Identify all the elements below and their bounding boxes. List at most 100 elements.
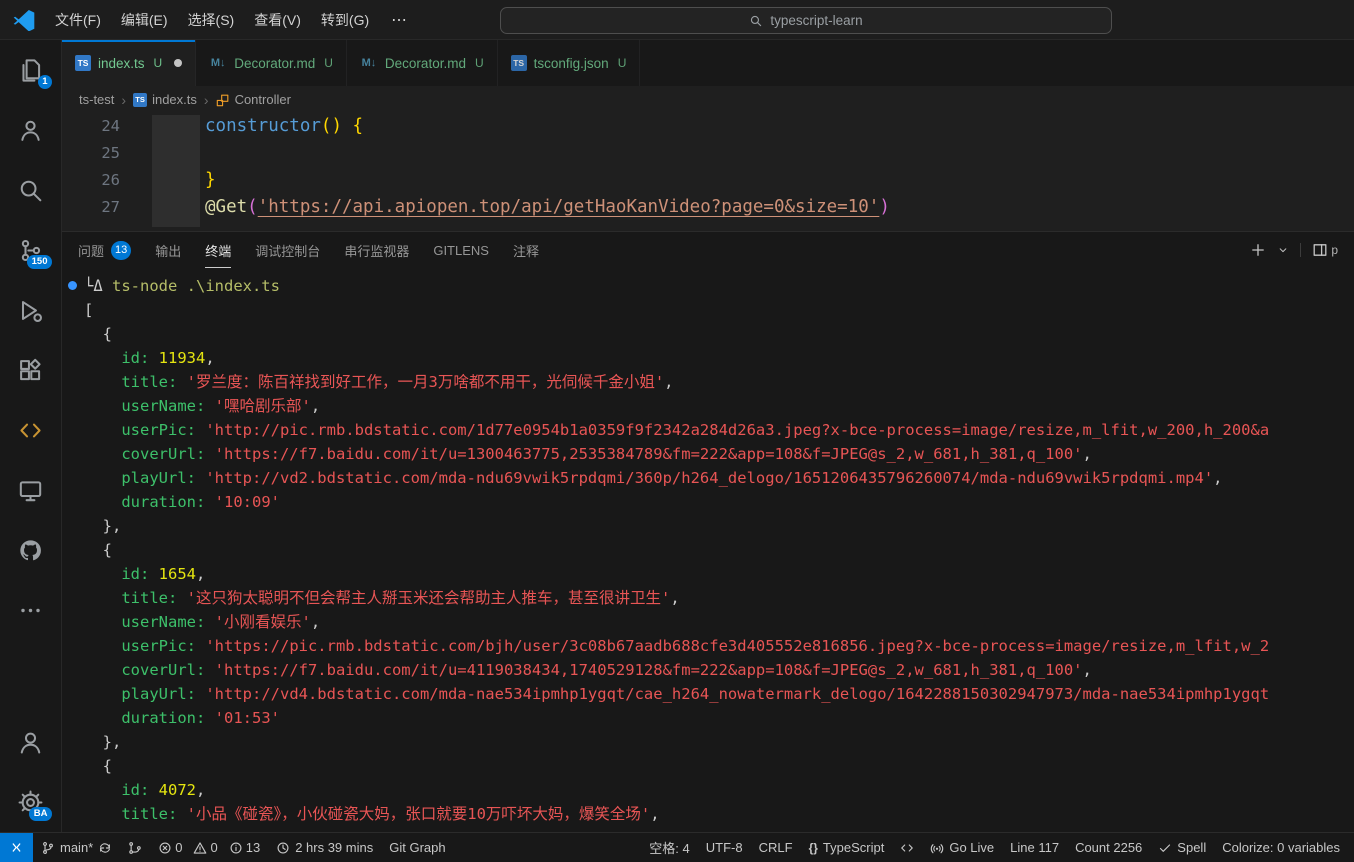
launch-profile-button[interactable] xyxy=(1277,244,1289,256)
status-language-mode[interactable]: {}TypeScript xyxy=(801,833,893,862)
panel-tab-调试控制台[interactable]: 调试控制台 xyxy=(255,232,320,268)
menu-item-1[interactable]: 编辑(E) xyxy=(111,5,178,35)
breadcrumb-label: Controller xyxy=(235,92,291,107)
tab-Decorator.md[interactable]: M↓Decorator.mdU xyxy=(347,40,498,86)
terminal-token: '10:09' xyxy=(215,493,280,511)
terminal-token: ts-node .\index.ts xyxy=(112,277,280,295)
terminal-token: , xyxy=(196,565,205,583)
status-git-graph[interactable]: Git Graph xyxy=(381,833,453,862)
code-line: 26} xyxy=(62,167,1354,194)
panel-tab-注释[interactable]: 注释 xyxy=(513,232,539,268)
activity-item-search[interactable] xyxy=(0,160,61,220)
status-colorize[interactable]: Colorize: 0 variables xyxy=(1214,833,1348,862)
command-decoration-dot xyxy=(68,281,77,290)
activity-item-remote-explorer[interactable] xyxy=(0,460,61,520)
terminal-token: 'http://vd4.bdstatic.com/mda-nae534ipmhp… xyxy=(205,685,1269,703)
terminal-token: playUrl: xyxy=(84,469,205,487)
terminal-token: }, xyxy=(84,517,121,535)
terminal-token: 'https://pic.rmb.bdstatic.com/bjh/user/3… xyxy=(205,637,1269,655)
person-icon xyxy=(18,118,43,143)
status-spell-checker[interactable]: Spell xyxy=(1150,833,1214,862)
activity-item-extension-gold[interactable] xyxy=(0,400,61,460)
status-go-live[interactable]: Go Live xyxy=(922,833,1002,862)
line-number: 27 xyxy=(62,194,120,221)
terminal-token: }, xyxy=(84,733,121,751)
activity-item-run-and-debug[interactable] xyxy=(0,280,61,340)
terminal-token: userPic: xyxy=(84,421,205,439)
class-icon xyxy=(216,93,230,107)
menu-item-0[interactable]: 文件(F) xyxy=(45,5,111,35)
terminal-token: { xyxy=(84,541,112,559)
menu-item-3[interactable]: 查看(V) xyxy=(244,5,311,35)
menu-item-4[interactable]: 转到(G) xyxy=(311,5,379,35)
breadcrumb-label: ts-test xyxy=(79,92,114,107)
status-label: main* xyxy=(60,840,93,855)
status-count[interactable]: Count 2256 xyxy=(1067,833,1150,862)
status-encoding[interactable]: UTF-8 xyxy=(698,833,751,862)
tab-label: tsconfig.json xyxy=(534,56,609,71)
terminal-tabs-view-button[interactable]: p xyxy=(1312,242,1338,258)
tab-Decorator.md[interactable]: M↓Decorator.mdU xyxy=(196,40,347,86)
breadcrumb-item-ts-test[interactable]: ts-test xyxy=(79,92,114,107)
warning-number: 0 xyxy=(210,840,217,855)
code-token: ) xyxy=(879,197,890,217)
status-bar: main*00132 hrs 39 minsGit Graph 空格: 4UTF… xyxy=(0,832,1354,862)
terminal-token: '小品《碰瓷》，小伙碰瓷大妈，张口就要10万吓坏大妈，爆笑全场' xyxy=(187,805,651,823)
panel-tab-问题[interactable]: 问题13 xyxy=(78,232,131,268)
code-editor[interactable]: 24constructor() {2526}27@Get('https://ap… xyxy=(62,113,1354,231)
tab-tsconfig.json[interactable]: TStsconfig.jsonU xyxy=(498,40,641,86)
terminal-token: 'http://pic.rmb.bdstatic.com/1d77e0954b1… xyxy=(205,421,1269,439)
command-center-search[interactable]: typescript-learn xyxy=(500,7,1112,34)
terminal-token: '嘿哈剧乐部' xyxy=(215,397,311,415)
tab-index.ts[interactable]: TSindex.tsU xyxy=(62,40,196,86)
panel-tab-终端[interactable]: 终端 xyxy=(205,232,231,268)
terminal-token: '这只狗太聪明不但会帮主人掰玉米还会帮助主人推车，甚至很讲卫生' xyxy=(187,589,671,607)
panel-tab-GITLENS[interactable]: GITLENS xyxy=(433,232,489,268)
status-cursor-line[interactable]: Line 117 xyxy=(1002,833,1067,862)
status-git-branch[interactable]: main* xyxy=(33,833,120,862)
search-icon xyxy=(749,14,763,28)
status-code-extension[interactable] xyxy=(892,833,922,862)
problems-badge: 13 xyxy=(111,241,131,260)
menu-item-2[interactable]: 选择(S) xyxy=(178,5,245,35)
editor-tab-bar: TSindex.tsUM↓Decorator.mdUM↓Decorator.md… xyxy=(62,40,1354,86)
terminal-line: duration: '01:53' xyxy=(84,706,1354,730)
status-eol[interactable]: CRLF xyxy=(751,833,801,862)
activity-item-manage[interactable]: BA xyxy=(0,772,61,832)
activity-item-source-control[interactable]: 150 xyxy=(0,220,61,280)
menu-more-button[interactable]: ⋯ xyxy=(379,5,420,35)
activity-item-accounts[interactable] xyxy=(0,712,61,772)
status-indentation[interactable]: 空格: 4 xyxy=(641,833,697,862)
panel-actions: p xyxy=(1250,242,1338,258)
panel-tab-bar: 问题13 输出终端调试控制台串行监视器 GITLENS 注释 p xyxy=(62,232,1354,268)
terminal-line: └Δ ts-node .\index.ts xyxy=(84,274,1354,298)
typescript-file-icon: TS xyxy=(511,55,527,71)
terminal-line: userPic: 'http://pic.rmb.bdstatic.com/1d… xyxy=(84,418,1354,442)
terminal-token: 11934 xyxy=(159,349,206,367)
status-git-graph-view[interactable] xyxy=(120,833,150,862)
panel-tab-串行监视器[interactable]: 串行监视器 xyxy=(344,232,409,268)
terminal-line: { xyxy=(84,538,1354,562)
error-count: 0 xyxy=(158,840,182,855)
breadcrumb-separator: › xyxy=(204,92,209,108)
activity-item-more-views[interactable] xyxy=(0,580,61,640)
activity-bar-bottom: BA xyxy=(0,712,61,832)
status-bar-left: main*00132 hrs 39 minsGit Graph xyxy=(0,833,454,862)
new-terminal-button[interactable] xyxy=(1250,242,1266,258)
code-text: constructor() { xyxy=(205,113,363,140)
breadcrumb-item-index.ts[interactable]: TSindex.ts xyxy=(133,92,197,107)
activity-item-extensions[interactable] xyxy=(0,340,61,400)
modified-dot[interactable] xyxy=(174,59,182,67)
panel-tab-输出[interactable]: 输出 xyxy=(155,232,181,268)
activity-item-live-share[interactable] xyxy=(0,100,61,160)
title-bar: 文件(F)编辑(E)选择(S)查看(V)转到(G) ⋯ typescript-l… xyxy=(0,0,1354,40)
terminal-token: userName: xyxy=(84,613,215,631)
status-remote-indicator[interactable] xyxy=(0,833,33,862)
activity-item-explorer[interactable]: 1 xyxy=(0,40,61,100)
activity-item-github[interactable] xyxy=(0,520,61,580)
breadcrumb-item-Controller[interactable]: Controller xyxy=(216,92,291,107)
status-problems[interactable]: 0013 xyxy=(150,833,268,862)
status-time-tracker[interactable]: 2 hrs 39 mins xyxy=(268,833,381,862)
terminal[interactable]: └Δ ts-node .\index.ts[ { id: 11934, titl… xyxy=(62,268,1354,832)
terminal-line: userPic: 'https://pic.rmb.bdstatic.com/b… xyxy=(84,634,1354,658)
